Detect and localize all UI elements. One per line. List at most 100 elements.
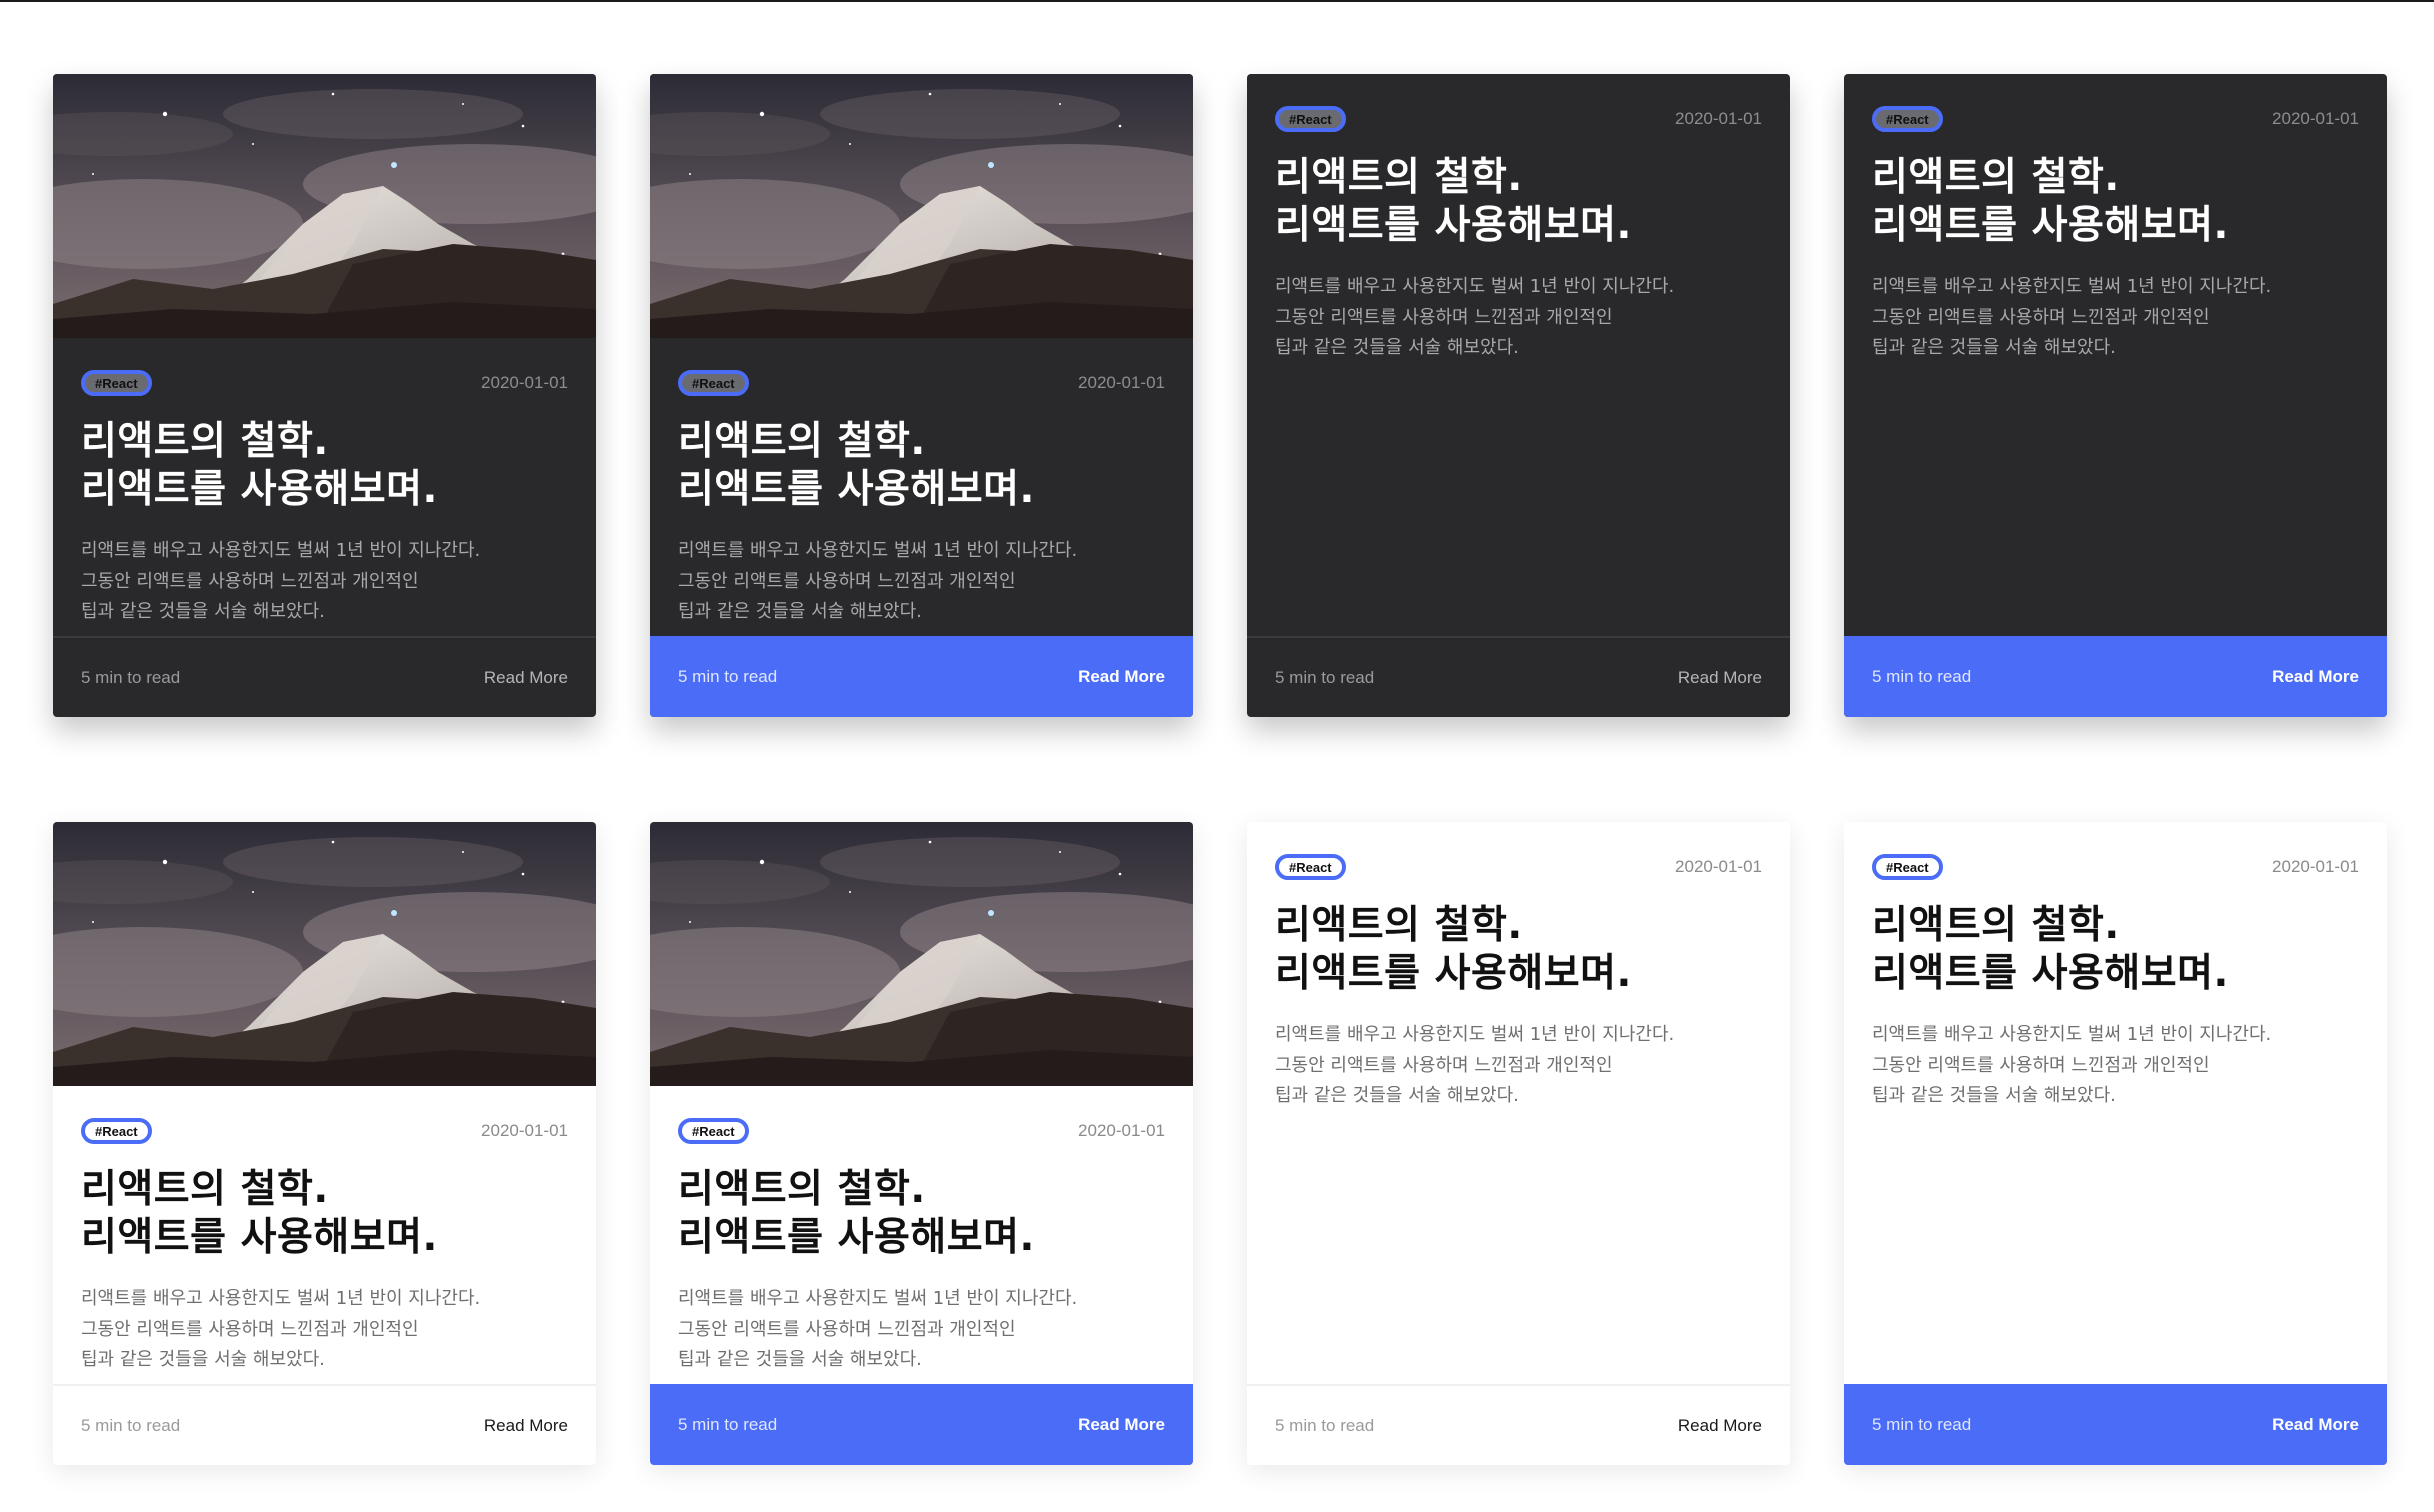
post-title-line: 리액트의 철학.: [1872, 903, 2120, 948]
read-more-link[interactable]: Read More: [1078, 667, 1165, 687]
post-title[interactable]: 리액트의 철학. 리액트를 사용해보며.: [1275, 902, 1762, 998]
post-title-line: 리액트의 철학.: [1275, 155, 1523, 200]
post-title-line: 리액트의 철학.: [1275, 903, 1523, 948]
blog-card[interactable]: #React 2020-01-01 리액트의 철학. 리액트를 사용해보며. 리액트를 …: [1844, 822, 2387, 1465]
blog-card[interactable]: #React 2020-01-01 리액트의 철학. 리액트를 사용해보며. 리액트를 …: [53, 822, 596, 1465]
post-title[interactable]: 리액트의 철학. 리액트를 사용해보며.: [81, 1166, 568, 1262]
tag-badge[interactable]: #React: [678, 370, 749, 396]
post-date: 2020-01-01: [481, 1121, 568, 1140]
card-grid: #React 2020-01-01 리액트의 철학. 리액트를 사용해보며. 리액트를 …: [53, 74, 2387, 1465]
post-excerpt-line: 팁과 같은 것들을 서술 해보았다.: [1275, 1085, 1519, 1106]
card-footer: 5 min to read Read More: [1247, 636, 1790, 717]
post-title[interactable]: 리액트의 철학. 리액트를 사용해보며.: [1872, 154, 2359, 250]
post-excerpt: 리액트를 배우고 사용한지도 벌써 1년 반이 지나간다. 그동안 리액트를 사용…: [81, 536, 568, 628]
post-excerpt: 리액트를 배우고 사용한지도 벌써 1년 반이 지나간다. 그동안 리액트를 사용…: [1872, 272, 2359, 364]
post-excerpt-line: 리액트를 배우고 사용한지도 벌써 1년 반이 지나간다.: [1872, 1024, 2272, 1045]
post-excerpt-line: 팁과 같은 것들을 서술 해보았다.: [678, 1349, 922, 1370]
blog-card[interactable]: #React 2020-01-01 리액트의 철학. 리액트를 사용해보며. 리액트를 …: [53, 74, 596, 717]
tag-badge[interactable]: #React: [678, 1118, 749, 1144]
post-title-line: 리액트의 철학.: [81, 419, 329, 464]
read-time: 5 min to read: [81, 667, 181, 687]
post-excerpt-line: 팁과 같은 것들을 서술 해보았다.: [1872, 337, 2116, 358]
card-body: #React 2020-01-01 리액트의 철학. 리액트를 사용해보며. 리액트를 …: [650, 338, 1193, 636]
post-excerpt-line: 팁과 같은 것들을 서술 해보았다.: [1872, 1085, 2116, 1106]
post-date: 2020-01-01: [481, 373, 568, 392]
tag-badge[interactable]: #React: [1872, 106, 1943, 132]
post-title[interactable]: 리액트의 철학. 리액트를 사용해보며.: [678, 418, 1165, 514]
read-time: 5 min to read: [678, 666, 778, 686]
post-excerpt-line: 리액트를 배우고 사용한지도 벌써 1년 반이 지나간다.: [678, 1288, 1078, 1309]
card-footer: 5 min to read Read More: [650, 636, 1193, 717]
post-title-line: 리액트를 사용해보며.: [81, 1215, 438, 1260]
read-more-link[interactable]: Read More: [1078, 1415, 1165, 1435]
card-meta: #React 2020-01-01: [1275, 850, 1762, 884]
post-excerpt-line: 그동안 리액트를 사용하며 느낀점과 개인적인: [678, 570, 1016, 592]
post-date: 2020-01-01: [2272, 857, 2359, 876]
post-excerpt-line: 그동안 리액트를 사용하며 느낀점과 개인적인: [1275, 1054, 1613, 1076]
post-excerpt: 리액트를 배우고 사용한지도 벌써 1년 반이 지나간다. 그동안 리액트를 사용…: [1275, 272, 1762, 364]
card-body: #React 2020-01-01 리액트의 철학. 리액트를 사용해보며. 리액트를 …: [1247, 822, 1790, 1384]
post-excerpt-line: 그동안 리액트를 사용하며 느낀점과 개인적인: [81, 570, 419, 592]
post-excerpt-line: 팁과 같은 것들을 서술 해보았다.: [81, 1349, 325, 1370]
post-title-line: 리액트를 사용해보며.: [678, 467, 1035, 512]
post-excerpt-line: 리액트를 배우고 사용한지도 벌써 1년 반이 지나간다.: [1275, 276, 1675, 297]
post-title[interactable]: 리액트의 철학. 리액트를 사용해보며.: [678, 1166, 1165, 1262]
card-meta: #React 2020-01-01: [81, 366, 568, 400]
card-footer: 5 min to read Read More: [1844, 1384, 2387, 1465]
post-date: 2020-01-01: [1675, 109, 1762, 128]
post-date: 2020-01-01: [1078, 1121, 1165, 1140]
card-cover-image: [53, 74, 596, 338]
card-footer: 5 min to read Read More: [53, 1384, 596, 1465]
post-title[interactable]: 리액트의 철학. 리액트를 사용해보며.: [1275, 154, 1762, 250]
card-meta: #React 2020-01-01: [1872, 850, 2359, 884]
read-time: 5 min to read: [81, 1415, 181, 1435]
post-title[interactable]: 리액트의 철학. 리액트를 사용해보며.: [1872, 902, 2359, 998]
blog-card[interactable]: #React 2020-01-01 리액트의 철학. 리액트를 사용해보며. 리액트를 …: [650, 74, 1193, 717]
card-meta: #React 2020-01-01: [678, 1114, 1165, 1148]
read-more-link[interactable]: Read More: [484, 1416, 568, 1436]
post-excerpt-line: 그동안 리액트를 사용하며 느낀점과 개인적인: [1872, 1054, 2210, 1076]
tag-badge[interactable]: #React: [1275, 854, 1346, 880]
card-body: #React 2020-01-01 리액트의 철학. 리액트를 사용해보며. 리액트를 …: [1844, 74, 2387, 636]
post-title-line: 리액트를 사용해보며.: [1872, 203, 2229, 248]
post-excerpt-line: 팁과 같은 것들을 서술 해보았다.: [678, 601, 922, 622]
read-more-link[interactable]: Read More: [1678, 1416, 1762, 1436]
post-date: 2020-01-01: [2272, 109, 2359, 128]
card-meta: #React 2020-01-01: [81, 1114, 568, 1148]
post-excerpt: 리액트를 배우고 사용한지도 벌써 1년 반이 지나간다. 그동안 리액트를 사용…: [1275, 1020, 1762, 1112]
card-footer: 5 min to read Read More: [1247, 1384, 1790, 1465]
post-title-line: 리액트의 철학.: [678, 1167, 926, 1212]
post-title-line: 리액트를 사용해보며.: [1275, 951, 1632, 996]
read-time: 5 min to read: [678, 1414, 778, 1434]
post-excerpt: 리액트를 배우고 사용한지도 벌써 1년 반이 지나간다. 그동안 리액트를 사용…: [678, 536, 1165, 628]
post-title-line: 리액트의 철학.: [678, 419, 926, 464]
card-footer: 5 min to read Read More: [650, 1384, 1193, 1465]
post-date: 2020-01-01: [1675, 857, 1762, 876]
read-time: 5 min to read: [1872, 666, 1972, 686]
post-excerpt-line: 그동안 리액트를 사용하며 느낀점과 개인적인: [1872, 306, 2210, 328]
post-title-line: 리액트를 사용해보며.: [81, 467, 438, 512]
post-excerpt: 리액트를 배우고 사용한지도 벌써 1년 반이 지나간다. 그동안 리액트를 사용…: [81, 1284, 568, 1376]
tag-badge[interactable]: #React: [1872, 854, 1943, 880]
post-title-line: 리액트의 철학.: [1872, 155, 2120, 200]
card-body: #React 2020-01-01 리액트의 철학. 리액트를 사용해보며. 리액트를 …: [53, 1086, 596, 1384]
post-title-line: 리액트의 철학.: [81, 1167, 329, 1212]
blog-card[interactable]: #React 2020-01-01 리액트의 철학. 리액트를 사용해보며. 리액트를 …: [1247, 822, 1790, 1465]
post-excerpt-line: 그동안 리액트를 사용하며 느낀점과 개인적인: [81, 1318, 419, 1340]
read-more-link[interactable]: Read More: [484, 668, 568, 688]
post-title[interactable]: 리액트의 철학. 리액트를 사용해보며.: [81, 418, 568, 514]
tag-badge[interactable]: #React: [1275, 106, 1346, 132]
blog-card[interactable]: #React 2020-01-01 리액트의 철학. 리액트를 사용해보며. 리액트를 …: [1247, 74, 1790, 717]
blog-card[interactable]: #React 2020-01-01 리액트의 철학. 리액트를 사용해보며. 리액트를 …: [650, 822, 1193, 1465]
post-excerpt-line: 리액트를 배우고 사용한지도 벌써 1년 반이 지나간다.: [678, 540, 1078, 561]
tag-badge[interactable]: #React: [81, 1118, 152, 1144]
read-more-link[interactable]: Read More: [2272, 667, 2359, 687]
card-cover-image: [650, 822, 1193, 1086]
card-meta: #React 2020-01-01: [1275, 102, 1762, 136]
blog-card[interactable]: #React 2020-01-01 리액트의 철학. 리액트를 사용해보며. 리액트를 …: [1844, 74, 2387, 717]
read-more-link[interactable]: Read More: [1678, 668, 1762, 688]
tag-badge[interactable]: #React: [81, 370, 152, 396]
read-more-link[interactable]: Read More: [2272, 1415, 2359, 1435]
read-time: 5 min to read: [1275, 667, 1375, 687]
card-cover-image: [53, 822, 596, 1086]
